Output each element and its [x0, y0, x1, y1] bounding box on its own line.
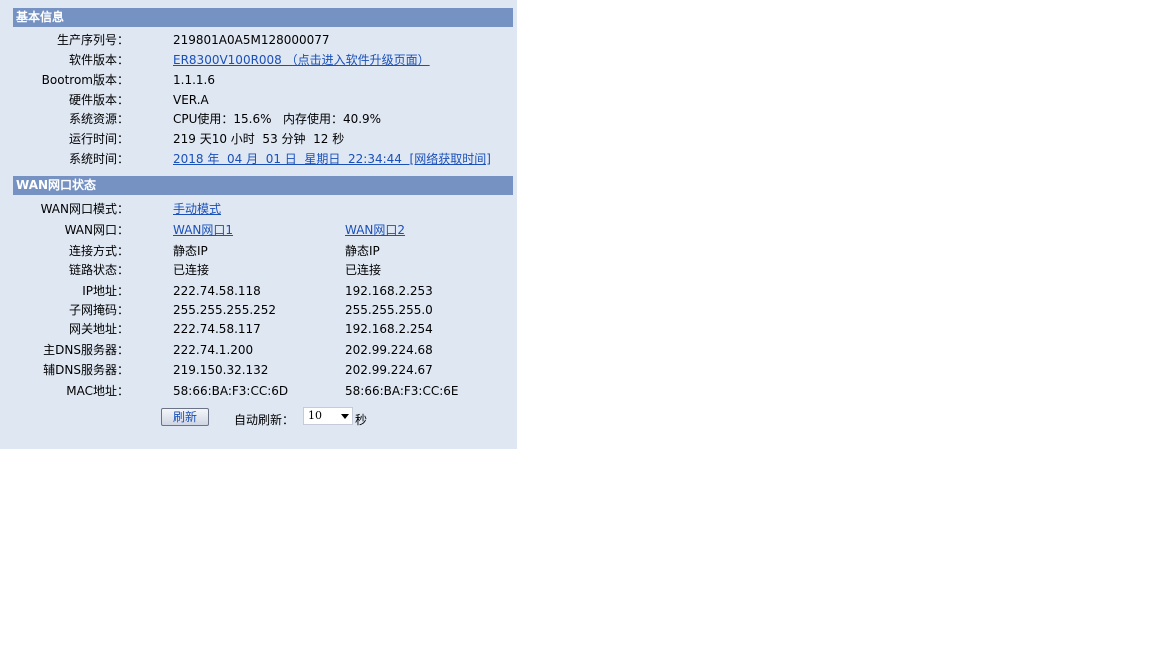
primary-dns-row: 主DNS服务器： 222.74.1.200 202.99.224.68 — [0, 341, 517, 360]
software-version-row: 软件版本： ER8300V100R008 （点击进入软件升级页面） — [0, 51, 517, 70]
ip-address-row: IP地址： 222.74.58.118 192.168.2.253 — [0, 282, 517, 301]
uptime-row: 运行时间： 219 天10 小时 53 分钟 12 秒 — [0, 130, 517, 149]
secondary-dns-wan1: 219.150.32.132 — [173, 363, 269, 377]
subnet-mask-wan2: 255.255.255.0 — [345, 303, 433, 317]
wan-port-1-link[interactable]: WAN网口1 — [173, 221, 233, 240]
connection-type-row: 连接方式： 静态IP 静态IP — [0, 242, 517, 261]
primary-dns-wan2: 202.99.224.68 — [345, 343, 433, 357]
connection-type-label: 连接方式： — [68, 244, 129, 258]
wan-port-2-link[interactable]: WAN网口2 — [345, 221, 405, 240]
bootrom-version-label: Bootrom版本： — [41, 73, 129, 87]
gateway-label: 网关地址： — [68, 322, 129, 336]
hardware-version-value: VER.A — [173, 93, 209, 107]
ip-address-wan1: 222.74.58.118 — [173, 284, 261, 298]
serial-number-value: 219801A0A5M128000077 — [173, 33, 330, 47]
ip-address-wan2: 192.168.2.253 — [345, 284, 433, 298]
link-status-label: 链路状态： — [68, 263, 129, 277]
wan-mode-label: WAN网口模式： — [40, 202, 129, 216]
wan-port-label: WAN网口： — [64, 223, 129, 237]
system-resources-label: 系统资源： — [68, 112, 129, 126]
uptime-label: 运行时间： — [68, 132, 129, 146]
primary-dns-label: 主DNS服务器： — [43, 343, 129, 357]
dropdown-arrow-icon[interactable] — [341, 414, 349, 419]
wan-port-row: WAN网口： WAN网口1 WAN网口2 — [0, 221, 517, 240]
connection-type-wan2: 静态IP — [345, 244, 380, 258]
mac-address-wan1: 58:66:BA:F3:CC:6D — [173, 384, 289, 398]
mac-address-wan2: 58:66:BA:F3:CC:6E — [345, 384, 459, 398]
wan-mode-row: WAN网口模式： 手动模式 — [0, 200, 517, 219]
software-upgrade-link[interactable]: ER8300V100R008 （点击进入软件升级页面） — [173, 51, 430, 70]
ip-address-label: IP地址： — [82, 284, 129, 298]
subnet-mask-label: 子网掩码： — [68, 303, 129, 317]
link-status-wan2: 已连接 — [345, 263, 382, 277]
mac-address-row: MAC地址： 58:66:BA:F3:CC:6D 58:66:BA:F3:CC:… — [0, 382, 517, 401]
gateway-row: 网关地址： 222.74.58.117 192.168.2.254 — [0, 320, 517, 339]
auto-refresh-value: 10 — [308, 409, 322, 422]
serial-number-label: 生产序列号： — [56, 33, 129, 47]
secondary-dns-label: 辅DNS服务器： — [43, 363, 129, 377]
link-status-row: 链路状态： 已连接 已连接 — [0, 261, 517, 280]
auto-refresh-select[interactable]: 10 — [303, 407, 353, 425]
secondary-dns-row: 辅DNS服务器： 219.150.32.132 202.99.224.67 — [0, 361, 517, 380]
wan-mode-link[interactable]: 手动模式 — [173, 200, 221, 219]
software-version-label: 软件版本： — [68, 53, 129, 67]
status-panel: 基本信息 生产序列号： 219801A0A5M128000077 软件版本： E… — [0, 0, 517, 449]
system-time-label: 系统时间： — [68, 152, 129, 166]
serial-number-row: 生产序列号： 219801A0A5M128000077 — [0, 31, 517, 50]
bootrom-version-value: 1.1.1.6 — [173, 73, 215, 87]
gateway-wan2: 192.168.2.254 — [345, 322, 433, 336]
auto-refresh-label: 自动刷新： — [234, 413, 295, 427]
refresh-button[interactable]: 刷新 — [161, 408, 209, 426]
link-status-wan1: 已连接 — [173, 263, 210, 277]
hardware-version-row: 硬件版本： VER.A — [0, 91, 517, 110]
seconds-unit-label: 秒 — [355, 413, 368, 427]
system-resources-value: CPU使用：15.6% 内存使用：40.9% — [173, 112, 382, 126]
bootrom-version-row: Bootrom版本： 1.1.1.6 — [0, 71, 517, 90]
system-resources-row: 系统资源： CPU使用：15.6% 内存使用：40.9% — [0, 110, 517, 129]
subnet-mask-wan1: 255.255.255.252 — [173, 303, 277, 317]
mac-address-label: MAC地址： — [66, 384, 129, 398]
connection-type-wan1: 静态IP — [173, 244, 208, 258]
primary-dns-wan1: 222.74.1.200 — [173, 343, 254, 357]
system-time-row: 系统时间： 2018 年 04 月 01 日 星期日 22:34:44 [网络获… — [0, 150, 517, 169]
secondary-dns-wan2: 202.99.224.67 — [345, 363, 433, 377]
hardware-version-label: 硬件版本： — [68, 93, 129, 107]
subnet-mask-row: 子网掩码： 255.255.255.252 255.255.255.0 — [0, 301, 517, 320]
wan-status-header: WAN网口状态 — [13, 176, 513, 195]
system-time-link[interactable]: 2018 年 04 月 01 日 星期日 22:34:44 [网络获取时间] — [173, 150, 491, 169]
uptime-value: 219 天10 小时 53 分钟 12 秒 — [173, 132, 345, 146]
basic-info-header: 基本信息 — [13, 8, 513, 27]
gateway-wan1: 222.74.58.117 — [173, 322, 261, 336]
